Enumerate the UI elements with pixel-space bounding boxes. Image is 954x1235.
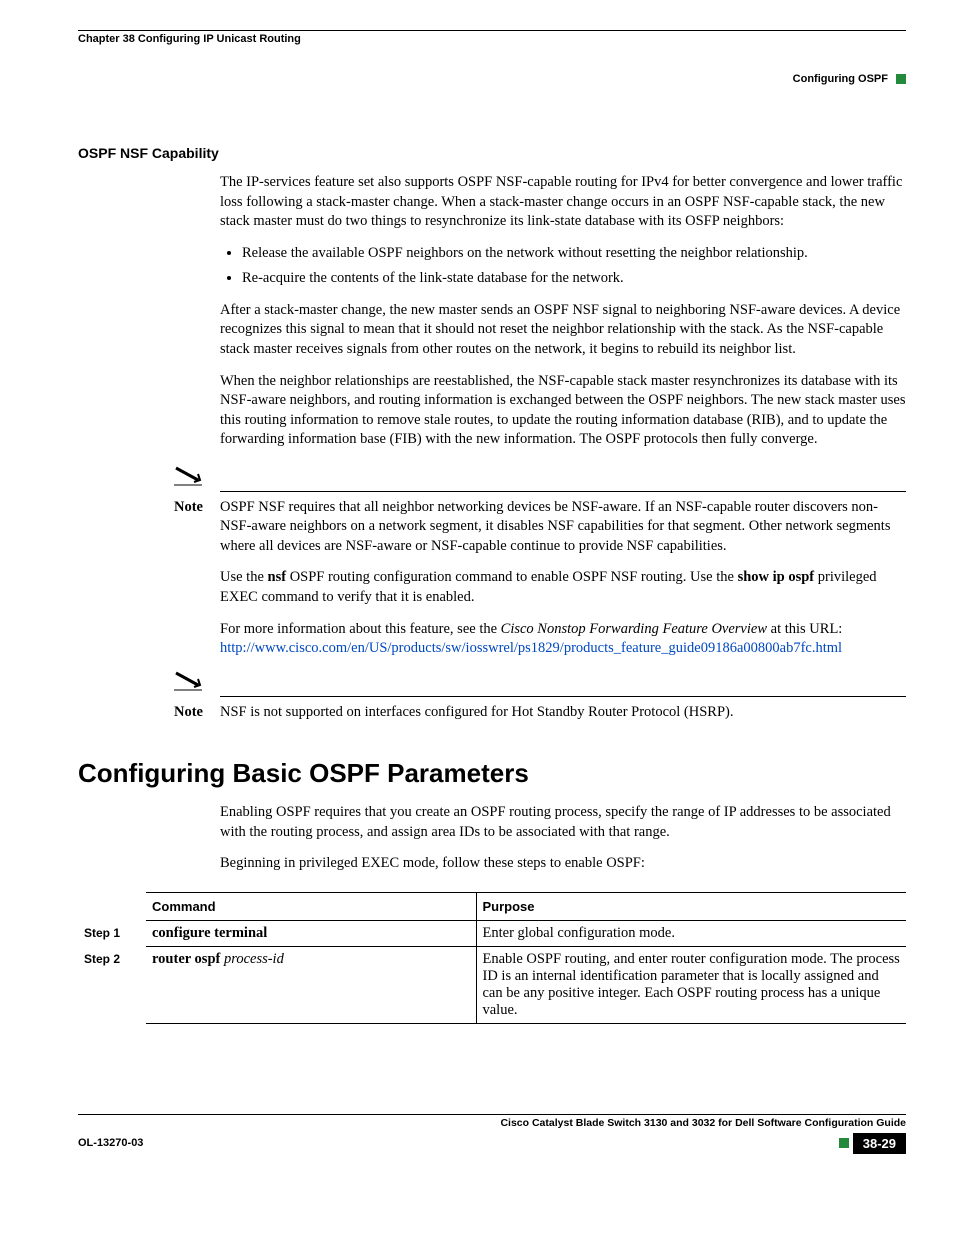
step-number: Step 2: [78, 946, 146, 1023]
paragraph: For more information about this feature,…: [220, 620, 906, 659]
section-heading: Configuring Basic OSPF Parameters: [78, 758, 906, 789]
footer-doc-number: OL-13270-03: [78, 1137, 143, 1149]
command-text: router ospf: [152, 951, 224, 967]
paragraph: When the neighbor relationships are rees…: [220, 372, 906, 450]
command-inline: nsf: [268, 569, 287, 585]
footer-marker-icon: [839, 1138, 849, 1148]
table-row: Step 2 router ospf process-id Enable OSP…: [78, 946, 906, 1023]
doc-title-italic: Cisco Nonstop Forwarding Feature Overvie…: [501, 621, 767, 637]
bullet-item: Release the available OSPF neighbors on …: [242, 244, 906, 264]
step-number: Step 1: [78, 920, 146, 946]
paragraph: After a stack-master change, the new mas…: [220, 301, 906, 360]
bullet-item: Re-acquire the contents of the link-stat…: [242, 269, 906, 289]
purpose-text: Enter global configuration mode.: [476, 920, 906, 946]
table-header-command: Command: [146, 892, 476, 920]
note-pen-icon: [174, 466, 202, 486]
paragraph: The IP-services feature set also support…: [220, 173, 906, 232]
subsection-heading: OSPF NSF Capability: [78, 145, 906, 161]
purpose-text: Enable OSPF routing, and enter router co…: [476, 946, 906, 1023]
steps-table: Command Purpose Step 1 configure termina…: [78, 892, 906, 1024]
page-number: 38-29: [853, 1133, 906, 1154]
note-text: NSF is not supported on interfaces confi…: [220, 703, 906, 723]
note-pen-icon: [174, 671, 202, 691]
paragraph: Use the nsf OSPF routing configuration c…: [220, 568, 906, 607]
header-marker-icon: [896, 74, 906, 84]
note-text: OSPF NSF requires that all neighbor netw…: [220, 498, 906, 557]
command-inline: show ip ospf: [738, 569, 815, 585]
paragraph: Enabling OSPF requires that you create a…: [220, 803, 906, 842]
section-header-right: Configuring OSPF: [793, 73, 888, 85]
footer-guide-title: Cisco Catalyst Blade Switch 3130 and 303…: [78, 1117, 906, 1129]
external-link[interactable]: http://www.cisco.com/en/US/products/sw/i…: [220, 640, 842, 656]
table-header-purpose: Purpose: [476, 892, 906, 920]
note-label: Note: [174, 703, 220, 723]
table-row: Step 1 configure terminal Enter global c…: [78, 920, 906, 946]
note-label: Note: [174, 498, 220, 557]
command-text: configure terminal: [152, 925, 267, 941]
paragraph: Beginning in privileged EXEC mode, follo…: [220, 854, 906, 874]
command-arg: process-id: [224, 951, 284, 967]
chapter-header: Chapter 38 Configuring IP Unicast Routin…: [78, 33, 301, 45]
